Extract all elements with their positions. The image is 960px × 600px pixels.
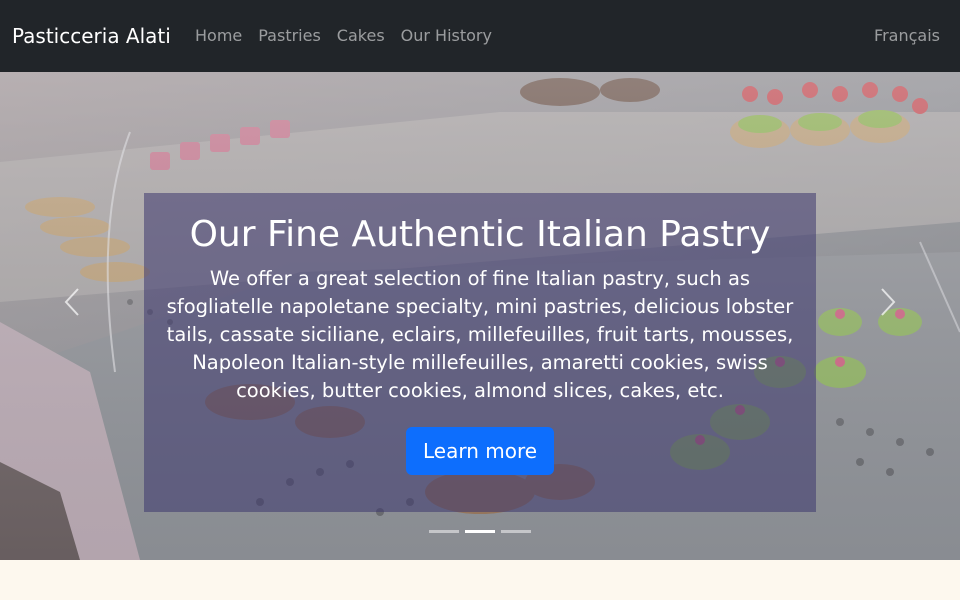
carousel-indicators [429, 530, 531, 533]
carousel-indicator-2[interactable] [465, 530, 495, 533]
caption-text: We offer a great selection of fine Itali… [166, 267, 794, 402]
chevron-left-icon [64, 288, 79, 316]
brand-link[interactable]: Pasticceria Alati [12, 22, 171, 50]
hero-carousel: Our Fine Authentic Italian Pastry We off… [0, 72, 960, 560]
carousel-indicator-1[interactable] [429, 530, 459, 533]
carousel-next-button[interactable] [868, 272, 908, 332]
nav-link-cakes[interactable]: Cakes [337, 24, 385, 48]
caption-title: Our Fine Authentic Italian Pastry [189, 214, 771, 255]
chevron-right-icon [881, 288, 896, 316]
learn-more-button[interactable]: Learn more [405, 427, 555, 475]
language-switch-link[interactable]: Français [874, 24, 940, 48]
carousel-indicator-3[interactable] [501, 530, 531, 533]
navbar: Pasticceria Alati Home Pastries Cakes Ou… [0, 0, 960, 72]
nav-link-pastries[interactable]: Pastries [258, 24, 321, 48]
nav-link-home[interactable]: Home [195, 24, 242, 48]
carousel-caption: Our Fine Authentic Italian Pastry We off… [144, 193, 816, 512]
carousel-prev-button[interactable] [52, 272, 92, 332]
nav-link-our-history[interactable]: Our History [401, 24, 492, 48]
nav-links: Home Pastries Cakes Our History [195, 24, 508, 48]
page-content-area [0, 560, 960, 600]
